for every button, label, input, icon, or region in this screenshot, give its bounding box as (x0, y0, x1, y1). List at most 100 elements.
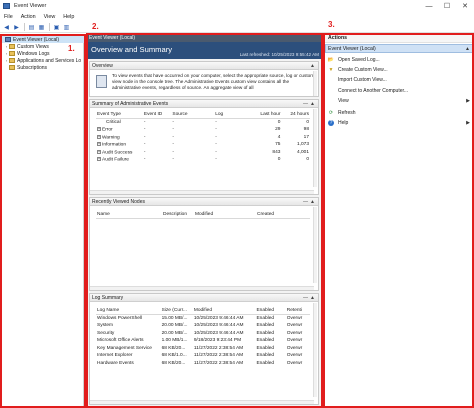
column-header[interactable]: Event ID (142, 111, 172, 119)
action-view[interactable]: View ▶ (325, 96, 473, 105)
menu-help[interactable]: Help (59, 14, 78, 20)
column-header[interactable]: Created (256, 211, 310, 219)
tree-item-applications-services[interactable]: › Applications and Services Lo (4, 57, 81, 64)
column-header[interactable]: Source (171, 111, 215, 119)
table-row[interactable]: Internet Explorer 68 KB/1.0... 11/27/202… (96, 352, 310, 360)
event-source: - (172, 134, 175, 140)
vertical-scrollbar[interactable] (313, 109, 317, 187)
column-header[interactable]: Modified (192, 307, 256, 315)
table-row[interactable]: System 20.00 MB/... 10/25/2023 9:46:44 A… (96, 322, 310, 330)
tree-item-windows-logs[interactable]: › Windows Logs (4, 50, 50, 57)
action-help[interactable]: ? Help ▶ (325, 118, 473, 127)
section-header[interactable]: Overview ▲ (90, 62, 318, 70)
action-refresh[interactable]: ⟳ Refresh (325, 108, 473, 117)
column-header[interactable]: Enabled (255, 307, 286, 315)
collapse-icon[interactable]: ▲ (310, 198, 315, 206)
actions-pane: Actions Event Viewer (Local) ▲ 📂 Open Sa… (324, 34, 474, 408)
summary-scroll-area[interactable]: Overview ▲ To view events that have occu… (87, 59, 322, 408)
table-row[interactable]: Critical - - - 0 0 (96, 119, 310, 127)
expand-plus-icon[interactable]: + (97, 127, 101, 132)
table-row[interactable]: Key Management Service 68 KB/20... 11/27… (96, 345, 310, 353)
tree-item-subscriptions[interactable]: Subscriptions (4, 64, 47, 71)
vertical-scrollbar[interactable] (313, 303, 317, 397)
column-header[interactable]: Event Type (96, 111, 143, 119)
event-id: - (143, 134, 146, 140)
table-row[interactable]: Microsoft Office Alerts 1.00 MB/1... 9/1… (96, 337, 310, 345)
vertical-scrollbar[interactable] (313, 207, 317, 283)
section-header[interactable]: Recently Viewed Nodes — ▲ (90, 198, 318, 206)
section-header[interactable]: Summary of Administrative Events — ▲ (90, 100, 318, 108)
vertical-scrollbar[interactable] (313, 71, 317, 96)
action-label: Open Saved Log... (338, 56, 380, 63)
minus-icon[interactable]: — (303, 100, 308, 108)
expand-plus-icon[interactable]: + (97, 149, 101, 154)
back-arrow-icon[interactable]: ◀ (2, 23, 11, 31)
column-header[interactable]: Name (96, 211, 162, 219)
folder-icon (9, 58, 15, 63)
menu-file[interactable]: File (0, 14, 17, 20)
table-row[interactable]: Windows PowerShell 15.00 MB/... 10/25/20… (96, 315, 310, 323)
column-header[interactable]: Last hour (250, 111, 282, 119)
event-id: - (143, 127, 146, 133)
table-row[interactable]: + Information - - - 75 1,073 (96, 141, 310, 149)
action-open-saved-log[interactable]: 📂 Open Saved Log... (325, 55, 473, 64)
column-header[interactable]: Log Name (96, 307, 161, 315)
overview-description: To view events that have occurred on you… (112, 73, 315, 91)
log-retention: Overwr (286, 316, 303, 321)
action-connect-computer[interactable]: Connect to Another Computer... (325, 86, 473, 95)
column-header[interactable]: 24 hours (281, 111, 310, 119)
table-row[interactable]: + Audit Failure - - - 0 0 (96, 156, 310, 164)
event-viewer-app-icon (3, 3, 10, 9)
minus-icon[interactable]: — (303, 294, 308, 302)
forward-arrow-icon[interactable]: ▶ (12, 23, 21, 31)
collapse-icon[interactable]: ▲ (310, 62, 315, 70)
log-enabled: Enabled (256, 316, 275, 321)
maximize-button[interactable]: ☐ (438, 0, 456, 12)
horizontal-scrollbar[interactable] (90, 190, 314, 194)
action-import-custom-view[interactable]: Import Custom View... (325, 75, 473, 84)
log-retention: Overwr (286, 345, 303, 351)
tree-item-event-viewer-local[interactable]: Event Viewer (Local) (0, 36, 84, 43)
table-row[interactable]: + Error - - - 29 98 (96, 126, 310, 134)
minus-icon[interactable]: — (303, 198, 308, 206)
menu-view[interactable]: View (40, 14, 60, 20)
column-header[interactable]: Size (Curr... (160, 307, 193, 315)
column-header[interactable]: Retenti (285, 307, 310, 315)
tree-item-custom-views[interactable]: › Custom Views (4, 43, 49, 50)
minimize-button[interactable]: — (420, 0, 438, 12)
expand-plus-icon[interactable]: + (97, 157, 101, 162)
center-pane-header: Event Viewer (Local) (87, 34, 322, 42)
action-label: Connect to Another Computer... (338, 87, 409, 94)
event-viewer-icon (5, 37, 11, 42)
refresh-icon: ⟳ (328, 109, 334, 116)
horizontal-scrollbar[interactable] (90, 286, 314, 290)
column-header[interactable]: Log (214, 111, 251, 119)
actions-section-label: Event Viewer (Local) (328, 46, 376, 52)
properties-icon[interactable]: ▦ (37, 23, 46, 31)
menu-action[interactable]: Action (17, 14, 40, 20)
collapse-icon[interactable]: ▲ (310, 294, 315, 302)
event-log: - (215, 142, 217, 148)
show-hide-tree-icon[interactable]: ▤ (27, 23, 36, 31)
expand-plus-icon[interactable]: + (97, 134, 101, 139)
horizontal-scrollbar[interactable] (90, 400, 314, 404)
actions-section-header[interactable]: Event Viewer (Local) ▲ (325, 44, 473, 53)
log-enabled: Enabled (256, 323, 275, 329)
table-row[interactable]: + Warning - - - 4 17 (96, 134, 310, 142)
table-row[interactable]: Security 20.00 MB/... 10/25/2023 9:46:44… (96, 330, 310, 338)
tree-item-label: Applications and Services Lo (17, 57, 82, 64)
table-row[interactable]: + Audit Success - - - 843 4,001 (96, 149, 310, 157)
show-action-pane-icon[interactable]: ▥ (62, 23, 71, 31)
close-button[interactable]: ✕ (456, 0, 474, 12)
collapse-icon[interactable]: ▲ (465, 45, 470, 53)
log-modified: 11/27/2022 2:38:54 AM (193, 353, 244, 359)
help-pane-icon[interactable]: ▣ (52, 23, 61, 31)
column-header[interactable]: Modified (194, 211, 256, 219)
table-row[interactable]: Hardware Events 68 KB/20... 11/27/2022 2… (96, 360, 310, 368)
section-header[interactable]: Log Summary — ▲ (90, 294, 318, 302)
log-name: Internet Explorer (97, 353, 133, 359)
action-create-custom-view[interactable]: ▼ Create Custom View... (325, 65, 473, 74)
column-header[interactable]: Description (162, 211, 194, 219)
expand-plus-icon[interactable]: + (97, 142, 101, 147)
collapse-icon[interactable]: ▲ (310, 100, 315, 108)
